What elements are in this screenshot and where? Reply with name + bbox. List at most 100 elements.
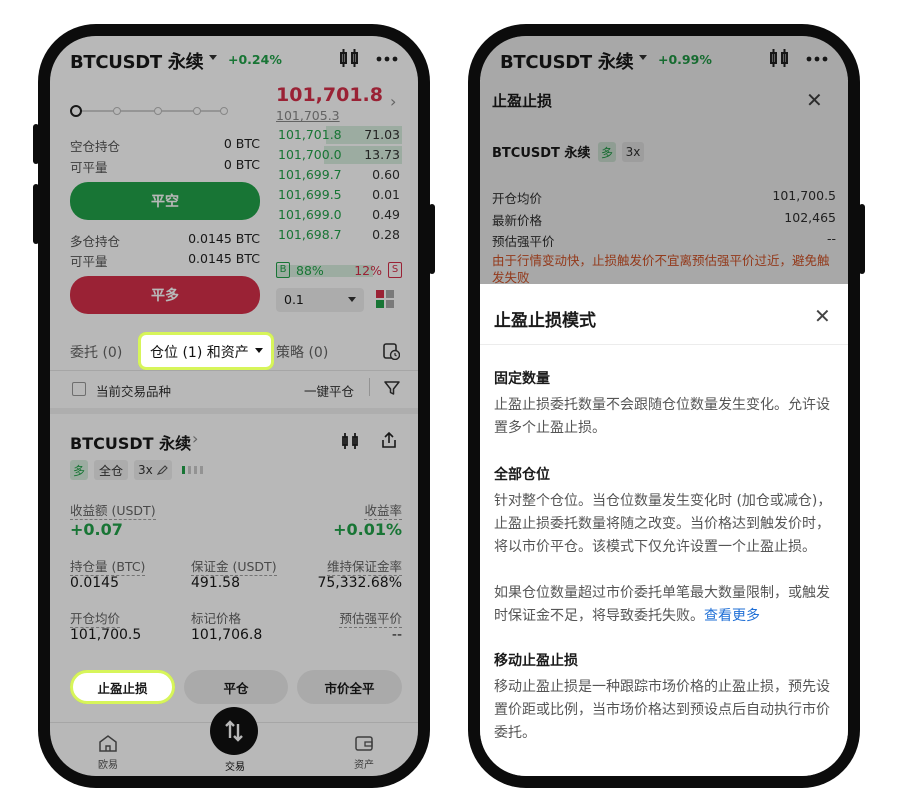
- orderbook-qty: 71.03: [364, 127, 400, 142]
- depth-select[interactable]: 0.1: [276, 288, 364, 312]
- orderbook-qty: 0.01: [372, 187, 400, 202]
- entry-value: 101,700.5: [70, 627, 142, 643]
- candlestick-icon[interactable]: [340, 432, 360, 450]
- caret-down-icon[interactable]: [208, 54, 218, 62]
- orderbook-row[interactable]: 101,700.0 13.73: [276, 146, 402, 164]
- liq-label: 预估强平价: [339, 611, 402, 628]
- position-symbol[interactable]: BTCUSDT 永续: [70, 430, 191, 454]
- side-button: [33, 124, 39, 164]
- tpsl-mode-sheet: 止盈止损模式 ✕ 固定数量 止盈止损委托数量不会跟随仓位数量发生变化。允许设置多…: [480, 284, 848, 776]
- orderbook-qty: 0.49: [372, 207, 400, 222]
- close-long-button[interactable]: 平多: [70, 276, 260, 314]
- tab-orders[interactable]: 委托 (0): [70, 342, 122, 362]
- close-all-link[interactable]: 一键平仓: [304, 381, 354, 400]
- depth-select-value: 0.1: [284, 292, 304, 307]
- section-full-body2-text: 如果仓位数量超过市价委托单笔最大数量限制，或触发时保证金不足，将导致委托失败。: [494, 585, 830, 624]
- orderbook-qty: 13.73: [364, 147, 400, 162]
- margin-mode-tag: 全仓: [94, 460, 128, 480]
- caret-down-icon: [348, 297, 356, 302]
- leverage-value: 3x: [138, 463, 153, 477]
- sell-pct: 12%: [354, 263, 382, 278]
- chevron-right-icon[interactable]: ›: [192, 429, 198, 448]
- side-button: [33, 184, 39, 244]
- divider: [480, 344, 848, 345]
- side-tag: 多: [598, 142, 616, 162]
- margin-label: 保证金 (USDT): [191, 559, 277, 576]
- nav-trade-label[interactable]: 交易: [225, 758, 245, 773]
- section-trailing-body: 移动止盈止损是一种跟踪市场价格的止盈止损，预先设置价距或比例，当市场价格达到预设…: [494, 679, 830, 741]
- modal-title: 止盈止损: [492, 92, 553, 110]
- current-symbol-checkbox[interactable]: [72, 382, 86, 396]
- roe-value: +0.01%: [333, 520, 402, 539]
- entry-row: 开仓均价 101,700.5: [492, 188, 836, 206]
- buy-badge: B: [276, 262, 290, 278]
- screen-left: BTCUSDT 永续 +0.24% 101,701.8 101,705.3 › …: [50, 36, 418, 776]
- mark-price: 101,705.3: [276, 108, 340, 123]
- modal-symbol: BTCUSDT 永续: [492, 146, 591, 161]
- side-button: [429, 204, 435, 274]
- orderbook-row[interactable]: 101,699.0 0.49: [276, 206, 402, 224]
- short-closable-value: 0 BTC: [223, 157, 260, 172]
- long-position-label: 多仓持仓: [70, 234, 121, 249]
- roe-label: 收益率: [364, 503, 402, 520]
- wallet-icon[interactable]: [354, 734, 374, 752]
- last-value: 102,465: [784, 210, 836, 225]
- home-icon[interactable]: [98, 734, 118, 752]
- sell-badge: S: [388, 262, 402, 278]
- chevron-right-icon[interactable]: ›: [390, 92, 396, 111]
- orderbook-row[interactable]: 101,698.7 0.28: [276, 226, 402, 244]
- tpsl-modal: 止盈止损 ✕ BTCUSDT 永续 多 3x 开仓均价 101,700.5 最新价…: [480, 80, 848, 290]
- tp-sl-button-highlight[interactable]: 止盈止损: [70, 670, 175, 704]
- close-icon[interactable]: ✕: [806, 88, 823, 112]
- candlestick-icon[interactable]: [338, 48, 360, 68]
- mmr-value: 75,332.68%: [317, 575, 402, 591]
- sheet-title: 止盈止损模式: [494, 311, 596, 331]
- nav-assets-label[interactable]: 资产: [354, 756, 374, 771]
- caret-down-icon[interactable]: [638, 54, 648, 62]
- edit-icon: [157, 465, 168, 475]
- symbol-title[interactable]: BTCUSDT 永续: [70, 48, 204, 74]
- phone-frame-right: BTCUSDT 永续 +0.99% 止盈止损 ✕ BTCUSDT 永续 多 3x…: [468, 24, 865, 788]
- nav-home-label[interactable]: 欧易: [98, 756, 118, 771]
- orderbook-qty: 0.60: [372, 167, 400, 182]
- filter-icon[interactable]: [384, 380, 400, 396]
- long-position-value: 0.0145 BTC: [188, 231, 260, 246]
- tab-strategies[interactable]: 策略 (0): [276, 342, 328, 362]
- short-closable-label: 可平量: [70, 160, 108, 175]
- market-close-all-button[interactable]: 市价全平: [297, 670, 402, 704]
- share-icon[interactable]: [380, 431, 398, 449]
- price-change: +0.24%: [228, 52, 282, 67]
- candlestick-icon[interactable]: [768, 48, 790, 68]
- warning-text: 由于行情变动快，止损触发价不宜离预估强平价过近，避免触发失败: [492, 253, 830, 285]
- layout-icon[interactable]: [376, 290, 394, 308]
- more-icon[interactable]: [806, 56, 828, 62]
- last-row: 最新价格 102,465: [492, 210, 836, 228]
- amount-slider[interactable]: [70, 104, 230, 118]
- more-icon[interactable]: [376, 56, 398, 62]
- orderbook-row[interactable]: 101,701.8 71.03: [276, 126, 402, 144]
- last-price: 101,701.8: [276, 84, 383, 106]
- size-label: 持仓量 (BTC): [70, 559, 146, 576]
- close-position-button[interactable]: 平仓: [184, 670, 288, 704]
- trade-fab[interactable]: [210, 707, 258, 755]
- side-button: [859, 204, 865, 274]
- tab-positions-highlight[interactable]: 仓位 (1) 和资产: [138, 332, 274, 370]
- close-icon[interactable]: ✕: [814, 304, 831, 328]
- leverage-tag[interactable]: 3x: [134, 460, 172, 480]
- short-position-label: 空仓持仓: [70, 139, 121, 154]
- long-closable-label: 可平量: [70, 254, 108, 269]
- see-more-link[interactable]: 查看更多: [704, 608, 760, 624]
- section-trailing-title: 移动止盈止损: [494, 653, 578, 669]
- close-short-button[interactable]: 平空: [70, 182, 260, 220]
- size-value: 0.0145: [70, 575, 119, 591]
- symbol-title[interactable]: BTCUSDT 永续: [500, 48, 634, 74]
- margin-value: 491.58: [191, 575, 240, 591]
- phone-frame-left: BTCUSDT 永续 +0.24% 101,701.8 101,705.3 › …: [33, 24, 435, 788]
- history-icon[interactable]: [382, 342, 400, 360]
- leverage-tag: 3x: [622, 142, 644, 162]
- entry-label: 开仓均价: [492, 191, 543, 206]
- long-closable-value: 0.0145 BTC: [188, 251, 260, 266]
- orderbook-row[interactable]: 101,699.7 0.60: [276, 166, 402, 184]
- orderbook-price: 101,700.0: [278, 147, 342, 162]
- orderbook-row[interactable]: 101,699.5 0.01: [276, 186, 402, 204]
